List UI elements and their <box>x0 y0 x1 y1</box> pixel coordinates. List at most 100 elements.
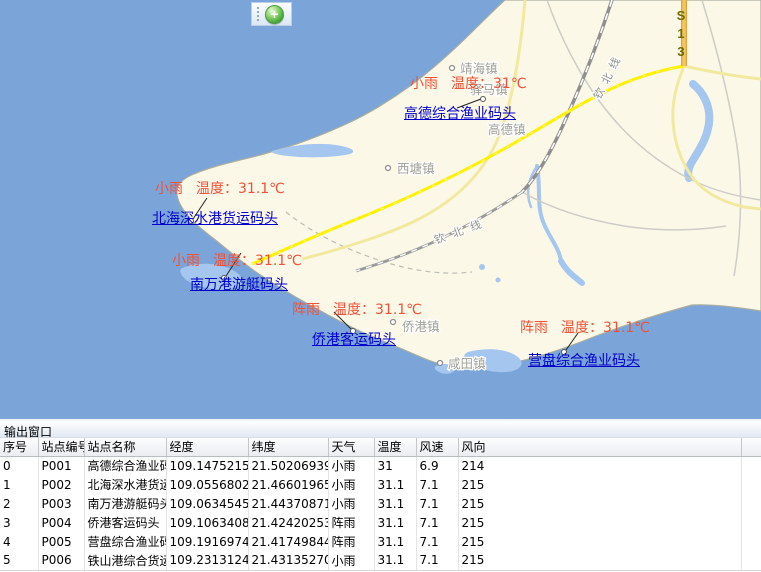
town-label: 西塘镇 <box>397 161 435 176</box>
map-canvas[interactable]: S 1 3 钦北线 钦北线 靖海镇 驿马镇 高德镇 西塘镇 侨港镇 咸田镇 <box>0 0 761 419</box>
highway-shield-char: 1 <box>677 26 684 41</box>
station-label: 高德综合渔业码头 <box>404 103 516 123</box>
table-header-row: 序号 站点编号 站点名称 经度 纬度 天气 温度 风速 风向 <box>0 438 761 456</box>
table-cell: P001 <box>38 456 84 475</box>
table-row[interactable]: 1P002北海深水港货运码头109.05568023172121.4660196… <box>0 475 761 494</box>
table-cell: 215 <box>458 532 741 551</box>
table-cell: 营盘综合渔业码头 <box>84 532 166 551</box>
table-cell: 4 <box>0 532 38 551</box>
table-row[interactable]: 2P003南万港游艇码头109.06345455568321.443708710… <box>0 494 761 513</box>
table-cell: 21.4437087109011 <box>248 494 328 513</box>
map-basemap: S 1 3 钦北线 钦北线 靖海镇 驿马镇 高德镇 西塘镇 侨港镇 咸田镇 <box>0 0 761 419</box>
table-cell: 6.9 <box>416 456 458 475</box>
output-panel: 输出窗口 序号 站点编号 站点名称 经度 纬度 天气 温度 风速 风向 0P00… <box>0 419 761 572</box>
table-cell-empty <box>741 456 761 475</box>
weather-temperature: 温度：31.1℃ <box>333 302 422 318</box>
table-cell: 21.4660196505596 <box>248 475 328 494</box>
table-cell: 21.4174984409359 <box>248 532 328 551</box>
col-header-weather[interactable]: 天气 <box>328 438 374 456</box>
table-cell: 31.1 <box>374 532 416 551</box>
table-cell: 109.055680231721 <box>166 475 248 494</box>
table-cell: 1 <box>0 475 38 494</box>
table-cell-empty <box>741 551 761 570</box>
weather-condition: 阵雨 <box>520 320 548 336</box>
col-header-station-id[interactable]: 站点编号 <box>38 438 84 456</box>
table-cell: 阵雨 <box>328 513 374 532</box>
table-cell: 215 <box>458 494 741 513</box>
weather-condition: 阵雨 <box>292 302 320 318</box>
table-cell: 31.1 <box>374 494 416 513</box>
weather-label: 小雨温度：31.1℃ <box>172 250 302 270</box>
weather-temperature: 温度：31.1℃ <box>213 253 302 269</box>
table-cell: 小雨 <box>328 494 374 513</box>
table-cell: P003 <box>38 494 84 513</box>
table-cell: 2 <box>0 494 38 513</box>
table-row[interactable]: 3P004侨港客运码头109.10634080109521.4242025395… <box>0 513 761 532</box>
weather-temperature: 温度：31.1℃ <box>196 181 285 197</box>
table-cell: 7.1 <box>416 494 458 513</box>
highway-s13: S 1 3 <box>677 0 686 66</box>
table-cell: 31.1 <box>374 513 416 532</box>
table-cell-empty <box>741 532 761 551</box>
table-cell: 小雨 <box>328 551 374 570</box>
highway-shield-char: S <box>677 8 686 23</box>
table-cell: 215 <box>458 475 741 494</box>
weather-label: 小雨温度：31℃ <box>410 73 527 93</box>
table-cell: 7.1 <box>416 475 458 494</box>
station-label: 侨港客运码头 <box>312 329 396 349</box>
col-header-wind-direction[interactable]: 风向 <box>458 438 741 456</box>
table-cell: 109.147521524769 <box>166 456 248 475</box>
weather-condition: 小雨 <box>410 76 438 92</box>
table-cell-empty <box>741 475 761 494</box>
table-cell: 7.1 <box>416 532 458 551</box>
highway-shield-char: 3 <box>677 44 684 59</box>
col-header-longitude[interactable]: 经度 <box>166 438 248 456</box>
col-header-station-name[interactable]: 站点名称 <box>84 438 166 456</box>
weather-condition: 小雨 <box>172 253 200 269</box>
toolbar-grip-handle[interactable] <box>254 5 262 23</box>
col-header-temperature[interactable]: 温度 <box>374 438 416 456</box>
table-row[interactable]: 4P005营盘综合渔业码头109.19169744051921.41749844… <box>0 532 761 551</box>
table-cell: 0 <box>0 456 38 475</box>
table-cell: 7.1 <box>416 551 458 570</box>
table-row[interactable]: 0P001高德综合渔业码头109.14752152476921.50206939… <box>0 456 761 475</box>
table-cell: 215 <box>458 551 741 570</box>
table-cell: 南万港游艇码头 <box>84 494 166 513</box>
table-cell: 109.231312452397 <box>166 551 248 570</box>
table-cell: 109.191697440519 <box>166 532 248 551</box>
table-cell-empty <box>741 513 761 532</box>
weather-condition: 小雨 <box>155 181 183 197</box>
table-cell: 小雨 <box>328 475 374 494</box>
weather-label: 小雨温度：31.1℃ <box>155 178 285 198</box>
table-cell: 侨港客运码头 <box>84 513 166 532</box>
table-cell-empty <box>741 494 761 513</box>
table-cell: 高德综合渔业码头 <box>84 456 166 475</box>
table-cell: 215 <box>458 513 741 532</box>
town-label: 高德镇 <box>488 122 526 137</box>
stations-table: 序号 站点编号 站点名称 经度 纬度 天气 温度 风速 风向 0P001高德综合… <box>0 438 761 571</box>
table-cell: P004 <box>38 513 84 532</box>
col-header-index[interactable]: 序号 <box>0 438 38 456</box>
table-cell: 31 <box>374 456 416 475</box>
col-header-latitude[interactable]: 纬度 <box>248 438 328 456</box>
col-header-empty <box>741 438 761 456</box>
table-cell: 铁山港综合货运码头 <box>84 551 166 570</box>
table-cell: 21.4313527002203 <box>248 551 328 570</box>
table-cell: 小雨 <box>328 456 374 475</box>
table-cell: 21.4242025395549 <box>248 513 328 532</box>
table-cell: 214 <box>458 456 741 475</box>
table-cell: 21.5020693970949 <box>248 456 328 475</box>
weather-label: 阵雨温度：31.1℃ <box>292 299 422 319</box>
table-cell: 31.1 <box>374 475 416 494</box>
table-row[interactable]: 5P006铁山港综合货运码头109.23131245239721.4313527… <box>0 551 761 570</box>
table-cell: 109.063454555683 <box>166 494 248 513</box>
station-label: 北海深水港货运码头 <box>152 208 278 228</box>
col-header-wind-speed[interactable]: 风速 <box>416 438 458 456</box>
table-cell: 北海深水港货运码头 <box>84 475 166 494</box>
table-cell: 7.1 <box>416 513 458 532</box>
map-mini-toolbar: + <box>251 2 292 26</box>
table-cell: P005 <box>38 532 84 551</box>
weather-temperature: 温度：31.1℃ <box>561 320 650 336</box>
table-cell: 阵雨 <box>328 532 374 551</box>
zoom-in-plus-icon[interactable]: + <box>265 5 284 24</box>
